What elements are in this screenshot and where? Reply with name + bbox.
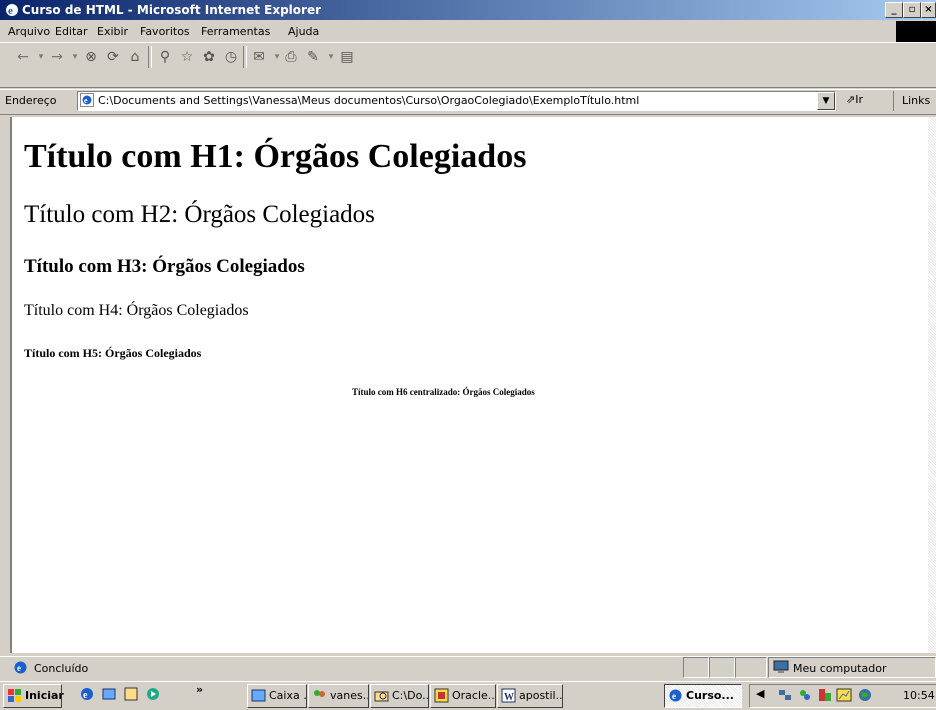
word-icon: W [501,688,516,703]
heading-h5: Título com H5: Órgãos Colegiados [24,346,202,360]
back-icon[interactable]: ← [14,48,32,66]
taskbar-item-apostila[interactable]: W apostil... [497,684,563,708]
taskbar-item-label: vanes... [330,689,369,702]
start-button[interactable]: Iniciar [3,684,64,708]
go-button[interactable]: ⇗Ir [846,93,863,106]
windows-flag-logo [896,21,936,42]
app-tray-icon[interactable] [817,687,833,703]
address-value: C:\Documents and Settings\Vanessa\Meus d… [98,94,640,107]
network-icon[interactable] [777,687,793,703]
heading-h3: Título com H3: Órgãos Colegiados [24,256,305,277]
discuss-icon[interactable]: ▤ [338,48,356,66]
taskbar-item-vanes[interactable]: vanes... [308,684,369,708]
svg-text:e: e [17,663,21,673]
taskbar-item-label: Oracle... [452,689,496,702]
media-icon[interactable]: ✿ [200,48,218,66]
home-icon[interactable]: ⌂ [126,48,144,66]
messenger-icon[interactable] [797,687,813,703]
desktop-quicklaunch-icon[interactable] [123,686,139,702]
outlook-icon [251,689,266,702]
taskbar-item-caixa[interactable]: Caixa ... [247,684,307,708]
heading-h2: Título com H2: Órgãos Colegiados [24,201,375,228]
taskbar-item-label: Caixa ... [269,689,307,702]
address-label: Endereço [5,94,57,107]
quicklaunch-chevron[interactable]: » [196,683,203,696]
media-player-quicklaunch-icon[interactable] [145,686,161,702]
status-pane [683,657,709,678]
menu-favoritos[interactable]: Favoritos [140,25,190,38]
my-computer-icon [773,660,789,673]
menu-arquivo[interactable]: Arquivo [8,25,50,38]
taskbar-item-curso[interactable]: e Curso... [664,684,742,708]
status-pane [709,657,735,678]
taskbar-item-label: C:\Do... [392,689,429,702]
edit-icon[interactable]: ✎ [304,48,322,66]
outlook-quicklaunch-icon[interactable] [101,686,117,702]
minimize-button[interactable]: _ [885,2,903,18]
menu-ferramentas[interactable]: Ferramentas [201,25,270,38]
heading-h4: Título com H4: Órgãos Colegiados [24,302,249,319]
svg-text:W: W [504,692,514,703]
oracle-icon [434,688,449,703]
mail-icon[interactable]: ✉ [250,48,268,66]
page-icon: e [80,93,94,107]
refresh-icon[interactable]: ⟳ [104,48,122,66]
ie-icon: e [669,689,682,702]
taskbar-item-label: apostil... [519,689,563,702]
close-button[interactable]: × [921,2,936,18]
chart-tray-icon[interactable] [836,687,852,703]
status-text: Concluído [34,662,89,675]
zone-text: Meu computador [793,662,887,675]
heading-h6-centered: Título com H6 centralizado: Órgãos Coleg… [352,387,535,397]
links-label: Links [902,94,931,107]
heading-h1: Título com H1: Órgãos Colegiados [24,138,527,175]
svg-text:e: e [672,691,676,701]
toolbar-separator [148,46,152,68]
history-icon[interactable]: ◷ [222,48,240,66]
vertical-scrollbar[interactable] [928,117,936,653]
title-bar[interactable]: e Curso de HTML - Microsoft Internet Exp… [0,0,936,20]
forward-icon[interactable]: → [48,48,66,66]
browser-window: e Curso de HTML - Microsoft Internet Exp… [0,0,936,681]
print-icon[interactable]: ⎙ [282,48,300,66]
go-label: Ir [855,93,863,106]
taskbar-item-oracle[interactable]: Oracle... [430,684,496,708]
taskbar-item-folder[interactable]: C:\Do... [370,684,429,708]
start-label: Iniciar [25,689,64,702]
svg-text:e: e [8,5,13,17]
menu-bar: Arquivo Editar Exibir Favoritos Ferramen… [0,21,936,43]
menu-exibir[interactable]: Exibir [97,25,128,38]
links-button[interactable]: Links [893,91,936,111]
go-icon: ⇗ [846,93,856,106]
page-content [10,117,930,653]
globe-tray-icon[interactable] [857,687,873,703]
address-dropdown-button[interactable]: ▼ [817,92,835,110]
menu-editar[interactable]: Editar [55,25,88,38]
address-input[interactable]: e C:\Documents and Settings\Vanessa\Meus… [77,91,836,111]
taskbar-item-label: Curso... [686,689,734,702]
folder-search-icon [374,691,389,702]
window-title: Curso de HTML - Microsoft Internet Explo… [22,3,321,17]
menu-ajuda[interactable]: Ajuda [288,25,319,38]
status-pane [735,657,767,678]
maximize-button[interactable]: ▫ [903,2,921,18]
ie-quicklaunch-icon[interactable]: e [79,686,95,702]
users-icon [314,690,325,697]
clock: 10:54 [903,689,935,702]
svg-text:e: e [84,96,88,105]
toolbar-separator [243,46,247,68]
favorites-icon[interactable]: ☆ [178,48,196,66]
page-done-icon: e [14,661,27,674]
svg-text:e: e [83,690,88,701]
stop-icon[interactable]: ⊗ [82,48,100,66]
windows-logo-icon [8,689,21,702]
ie-icon: e [6,4,18,17]
volume-icon[interactable]: ◀ [756,687,772,703]
search-icon[interactable]: ⚲ [156,48,174,66]
